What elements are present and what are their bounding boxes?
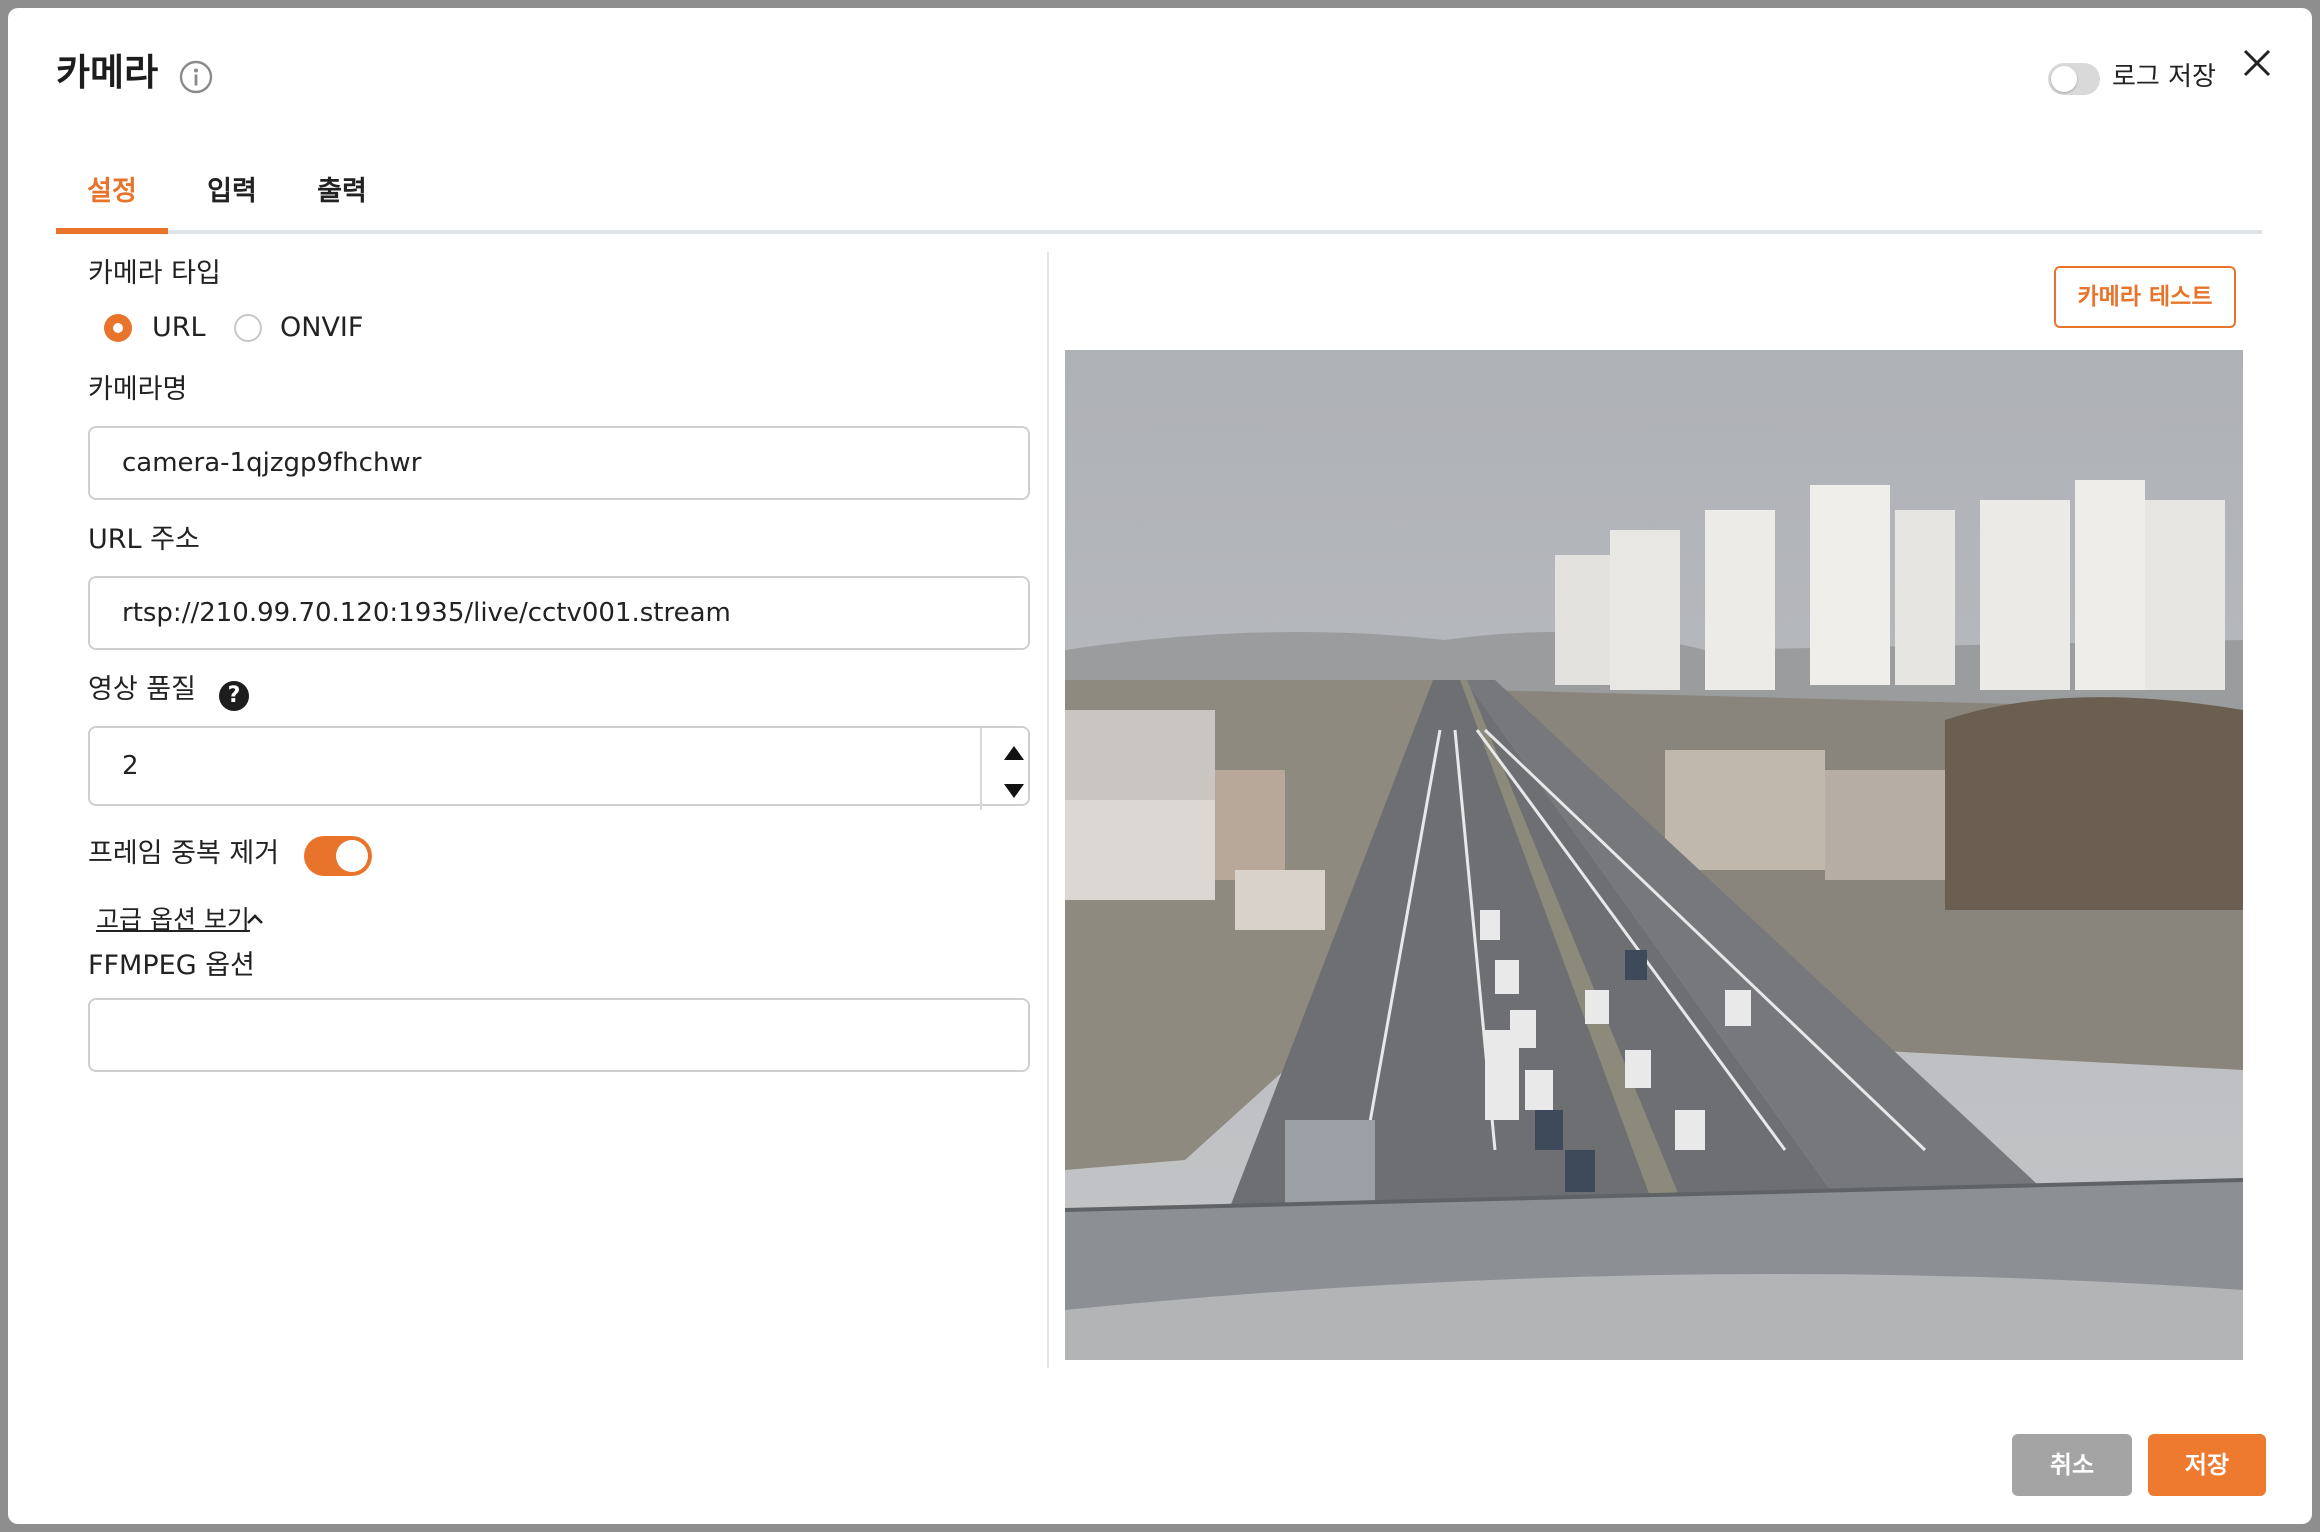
advanced-options-link[interactable]: 고급 옵션 보기 [96, 902, 250, 938]
save-button[interactable]: 저장 [2148, 1434, 2266, 1496]
chevron-up-icon[interactable] [246, 912, 264, 926]
dedup-toggle[interactable] [304, 836, 372, 876]
help-icon[interactable]: ? [219, 681, 249, 711]
ffmpeg-label: FFMPEG 옵션 [88, 950, 255, 981]
tab-settings[interactable]: 설정 [56, 164, 168, 230]
tab-bar: 설정 입력 출력 [56, 164, 2262, 236]
radio-url[interactable] [104, 314, 132, 342]
camera-name-input[interactable] [88, 426, 1030, 500]
tab-input[interactable]: 입력 [192, 164, 272, 230]
camera-name-label: 카메라명 [88, 374, 188, 405]
camera-settings-dialog: 카메라 로그 저장 설정 입력 출력 카메라 타입 URL ONVIF 카메라명… [8, 8, 2312, 1524]
dedup-label: 프레임 중복 제거 [88, 838, 280, 869]
tab-output[interactable]: 출력 [300, 164, 384, 230]
info-icon[interactable] [179, 60, 213, 94]
log-save-toggle[interactable] [2048, 63, 2100, 95]
camera-type-label: 카메라 타입 [88, 258, 221, 289]
spin-down-icon[interactable] [1004, 784, 1024, 798]
camera-test-button[interactable]: 카메라 테스트 [2054, 266, 2236, 328]
radio-onvif[interactable] [234, 314, 262, 342]
ffmpeg-input[interactable] [88, 998, 1030, 1072]
camera-preview-image [1065, 350, 2243, 1360]
spin-up-icon[interactable] [1004, 746, 1024, 760]
dialog-title: 카메라 [56, 51, 159, 94]
stepper-divider [980, 728, 982, 810]
quality-label: 영상 품질 [88, 674, 196, 705]
panel-divider [1047, 252, 1049, 1368]
cancel-button[interactable]: 취소 [2012, 1434, 2132, 1496]
url-input[interactable] [88, 576, 1030, 650]
url-label: URL 주소 [88, 524, 200, 555]
radio-onvif-label: ONVIF [280, 312, 364, 343]
close-icon[interactable] [2240, 46, 2274, 80]
log-save-label: 로그 저장 [2112, 62, 2216, 92]
quality-stepper[interactable] [88, 726, 1030, 806]
radio-url-label: URL [152, 312, 206, 343]
